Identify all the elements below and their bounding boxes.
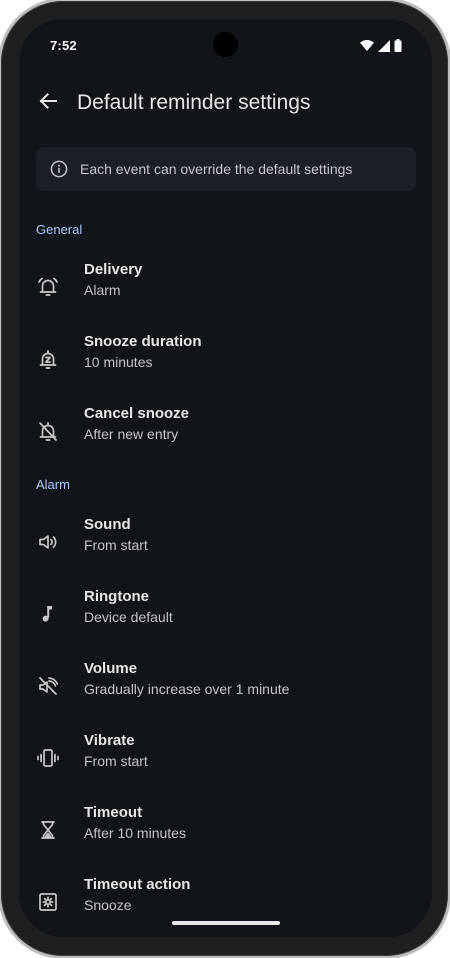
back-button[interactable] (33, 88, 63, 118)
section-header-general: General (36, 222, 83, 237)
speaker-icon (36, 530, 60, 554)
arrow-back-icon (38, 91, 58, 116)
status-bar: 7:52 (19, 19, 432, 69)
setting-title: Volume (84, 660, 138, 677)
setting-cancel-snooze[interactable]: Cancel snooze After new entry (19, 405, 432, 465)
setting-title: Timeout (84, 804, 143, 821)
camera-cutout (213, 32, 238, 57)
info-banner: Each event can override the default sett… (36, 147, 416, 191)
setting-vibrate[interactable]: Vibrate From start (19, 732, 432, 792)
setting-subtitle: After new entry (84, 426, 179, 442)
setting-subtitle: From start (84, 537, 148, 553)
setting-sound[interactable]: Sound From start (19, 516, 432, 576)
bell-off-icon (36, 419, 60, 443)
info-text: Each event can override the default sett… (80, 161, 353, 177)
setting-timeout[interactable]: Timeout After 10 minutes (19, 804, 432, 864)
setting-subtitle: After 10 minutes (84, 825, 186, 841)
setting-title: Cancel snooze (84, 405, 190, 422)
setting-snooze-duration[interactable]: Snooze duration 10 minutes (19, 333, 432, 393)
status-icons (360, 39, 402, 52)
section-header-alarm: Alarm (36, 477, 70, 492)
setting-title: Sound (84, 516, 131, 533)
setting-title: Timeout action (84, 876, 191, 893)
volume-ramp-icon (36, 674, 60, 698)
setting-delivery[interactable]: Delivery Alarm (19, 261, 432, 321)
snooze-icon (36, 347, 60, 371)
hourglass-icon (36, 818, 60, 842)
setting-ringtone[interactable]: Ringtone Device default (19, 588, 432, 648)
wifi-icon (360, 40, 374, 51)
info-icon (50, 160, 68, 178)
screen: 7:52 Default reminder settings Each even… (19, 19, 432, 937)
setting-subtitle: Alarm (84, 282, 121, 298)
signal-icon (378, 39, 390, 52)
setting-title: Delivery (84, 261, 143, 278)
setting-subtitle: 10 minutes (84, 354, 153, 370)
home-indicator[interactable] (172, 921, 280, 925)
setting-title: Snooze duration (84, 333, 202, 350)
vibrate-icon (36, 746, 60, 770)
setting-title: Ringtone (84, 588, 149, 605)
setting-subtitle: Gradually increase over 1 minute (84, 681, 290, 697)
alarm-bell-icon (36, 275, 60, 299)
setting-subtitle: From start (84, 753, 148, 769)
page-title: Default reminder settings (77, 91, 311, 114)
app-bar: Default reminder settings (19, 83, 432, 123)
status-time: 7:52 (50, 38, 77, 53)
setting-title: Vibrate (84, 732, 135, 749)
setting-timeout-action[interactable]: Timeout action Snooze (19, 876, 432, 936)
music-note-icon (36, 602, 60, 626)
phone-frame: 7:52 Default reminder settings Each even… (1, 1, 448, 956)
setting-volume[interactable]: Volume Gradually increase over 1 minute (19, 660, 432, 720)
setting-subtitle: Device default (84, 609, 173, 625)
setting-subtitle: Snooze (84, 897, 132, 913)
battery-icon (394, 39, 402, 52)
timeout-action-icon (36, 890, 60, 914)
